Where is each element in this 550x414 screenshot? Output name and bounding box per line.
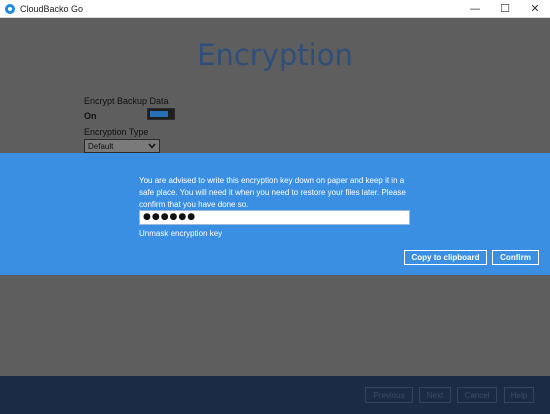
encryption-type-label: Encryption Type [84,127,149,137]
dialog-message: You are advised to write this encryption… [139,176,406,209]
encrypt-state-label: On [84,111,97,121]
close-button[interactable]: ✕ [520,0,550,17]
help-button[interactable]: Help [504,387,534,403]
chevron-down-icon [148,142,156,151]
title-bar: CloudBacko Go — ☐ ✕ [0,0,550,18]
encryption-type-value: Default [88,141,114,151]
encryption-key-dialog: You are advised to write this encryption… [0,153,550,275]
cancel-button[interactable]: Cancel [457,387,497,403]
previous-button[interactable]: Previous [365,387,413,403]
encrypt-toggle[interactable] [147,108,175,120]
unmask-key-link[interactable]: Unmask encryption key [139,229,222,238]
window-title: CloudBacko Go [20,3,84,14]
copy-to-clipboard-button[interactable]: Copy to clipboard [404,250,487,265]
minimize-button[interactable]: — [460,0,490,17]
footer-bar: Previous Next Cancel Help [0,376,550,414]
page-title: Encryption [197,38,353,72]
app-logo-icon [5,3,15,14]
encryption-key-field[interactable]: ●●●●●● [139,210,410,225]
encrypt-backup-label: Encrypt Backup Data [84,96,169,106]
window-controls: — ☐ ✕ [460,0,550,17]
confirm-button[interactable]: Confirm [492,250,539,265]
maximize-button[interactable]: ☐ [490,0,520,17]
next-button[interactable]: Next [419,387,451,403]
toggle-knob [150,111,168,117]
encryption-type-select[interactable]: Default [84,139,160,153]
